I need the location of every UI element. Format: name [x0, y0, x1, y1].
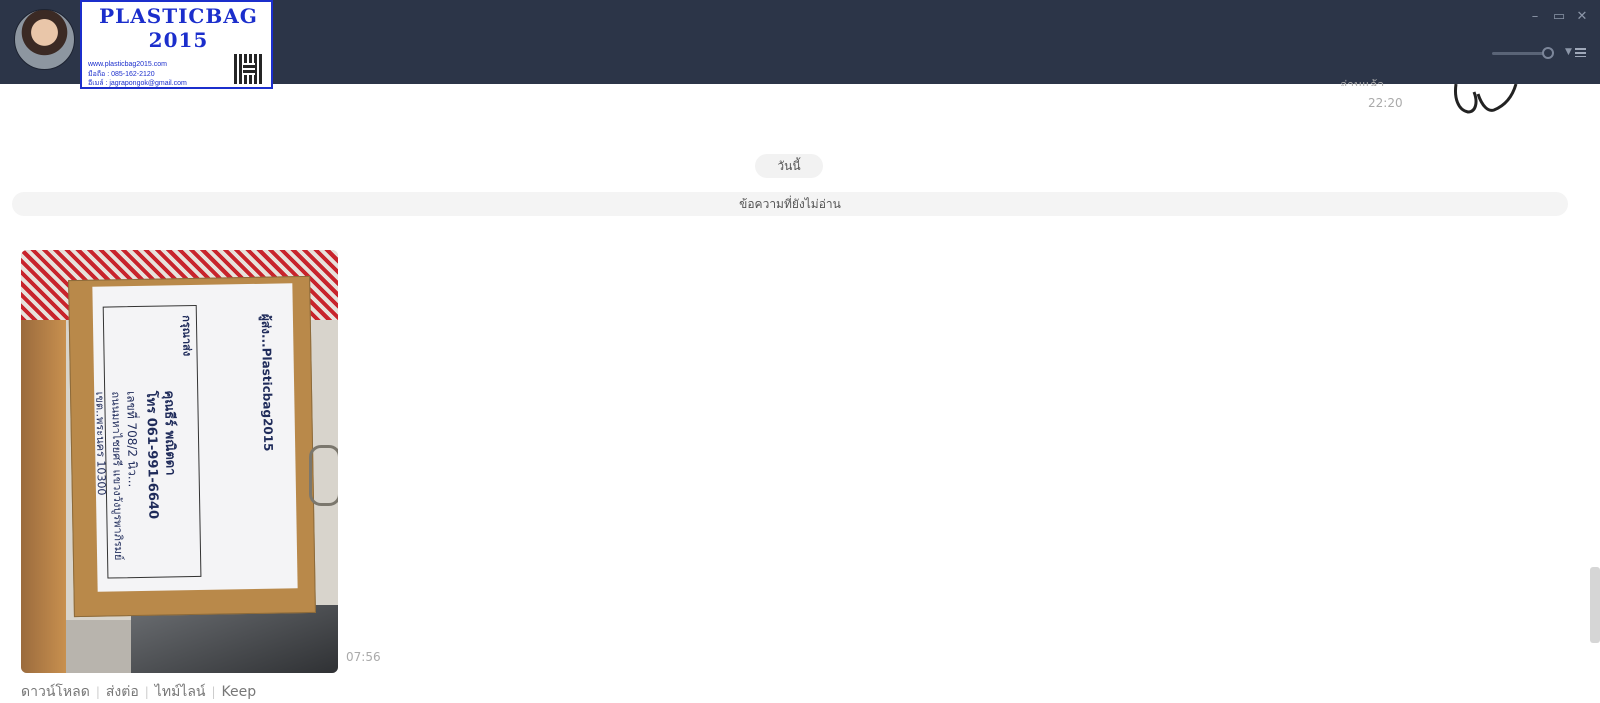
unread-divider: ข้อความที่ยังไม่อ่าน	[12, 192, 1568, 216]
message-time: 07:56	[346, 650, 381, 664]
banner-phone: มือถือ : 085-162-2120	[88, 70, 155, 78]
keep-link[interactable]: Keep	[222, 684, 257, 700]
menu-icon[interactable]	[1575, 48, 1586, 57]
avatar[interactable]	[14, 9, 75, 70]
label-zip: เขต..พระนคร 10300	[93, 391, 108, 496]
sticker-image[interactable]	[1452, 84, 1520, 116]
photo-wood	[21, 320, 66, 673]
minimize-button[interactable]: –	[1528, 10, 1542, 24]
chevron-down-icon[interactable]: ▼	[1565, 47, 1572, 57]
forward-link[interactable]: ส่งต่อ	[106, 684, 139, 700]
message-time: 22:20	[1368, 96, 1403, 110]
title-bar: PLASTICBAG 2015 www.plasticbag2015.com ม…	[0, 0, 1600, 89]
label-phone: โทร 061-991-6640	[143, 390, 161, 520]
date-divider: วันนี้	[755, 154, 823, 178]
message-actions: ดาวน์โหลด | ส่งต่อ | ไทม์ไลน์ | Keep	[21, 681, 256, 703]
action-separator: |	[144, 685, 149, 699]
close-button[interactable]: ✕	[1575, 10, 1589, 24]
photo-message[interactable]: ผู้ส่ง...Plasticbag2015 กรุณาส่ง คุณธีร์…	[21, 250, 338, 673]
banner-website: www.plasticbag2015.com	[88, 61, 167, 68]
label-sender: ผู้ส่ง...Plasticbag2015	[258, 313, 276, 452]
label-to: กรุณาส่ง	[179, 315, 194, 357]
profile-banner[interactable]: PLASTICBAG 2015 www.plasticbag2015.com ม…	[80, 0, 273, 89]
action-separator: |	[95, 685, 100, 699]
action-separator: |	[211, 685, 216, 699]
banner-email: อีเมล์ : jagrapongok@gmail.com	[88, 80, 187, 87]
scrollbar-thumb[interactable]	[1590, 567, 1600, 643]
shipping-label: ผู้ส่ง...Plasticbag2015 กรุณาส่ง คุณธีร์…	[92, 283, 298, 592]
photo-keys	[309, 445, 338, 506]
slider-handle[interactable]	[1542, 47, 1554, 59]
qr-code-icon	[234, 54, 264, 84]
timeline-link[interactable]: ไทม์ไลน์	[155, 684, 206, 700]
banner-title: PLASTICBAG 2015	[99, 4, 258, 52]
read-status: อ่านแล้ว	[1340, 78, 1384, 86]
banner-contact: www.plasticbag2015.com มือถือ : 085-162-…	[88, 60, 228, 89]
restore-button[interactable]: ▭	[1552, 10, 1566, 24]
download-link[interactable]: ดาวน์โหลด	[21, 684, 90, 700]
